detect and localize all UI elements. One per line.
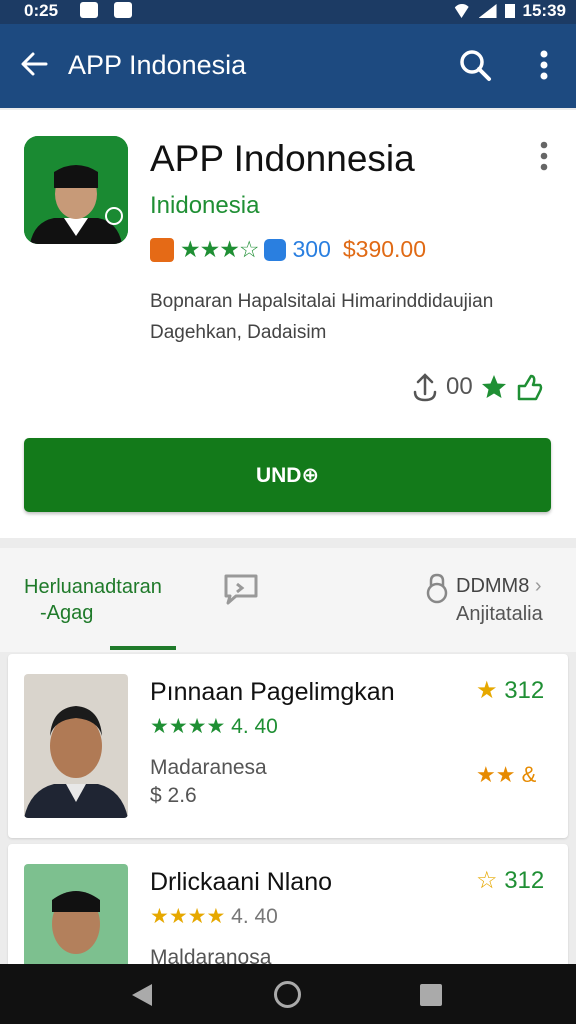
section-tabs: Herluanadtaran -Agag DDMM8 › Anjitatalia xyxy=(0,548,576,652)
app-stats: 00 xyxy=(412,372,543,402)
status-clock: 15:39 xyxy=(522,1,566,20)
avatar xyxy=(24,864,128,974)
nav-recents-icon[interactable] xyxy=(420,984,442,1006)
message-icon[interactable] xyxy=(222,572,260,606)
lock-icon xyxy=(426,573,448,604)
more-vert-icon[interactable] xyxy=(530,140,558,172)
item-score: ☆ 312 xyxy=(476,866,544,895)
rating-stars: ★★★☆ xyxy=(180,236,259,262)
list-item[interactable]: Pınnaan Pagelimgkan ★★★★ 4. 40 Madaranes… xyxy=(8,654,568,838)
score-value: 312 xyxy=(504,867,545,894)
mini-stars: ★★ xyxy=(476,762,516,787)
status-bar: 0:25 15:39 xyxy=(0,0,576,24)
wifi-icon xyxy=(452,4,471,18)
score-value: 312 xyxy=(504,677,545,704)
description-line: Dagehkan, Dadaisim xyxy=(150,322,327,343)
star-icon[interactable] xyxy=(481,374,507,400)
signal-icon xyxy=(478,4,497,18)
search-icon[interactable] xyxy=(458,48,492,82)
item-rating: ★★★★ 4. 40 xyxy=(150,714,278,739)
list-item[interactable]: Drlickaani Nlano ★★★★ 4. 40 Maldaranosa … xyxy=(8,844,568,974)
mini-symbol: & xyxy=(521,762,537,787)
tab-details[interactable]: Herluanadtaran -Agag xyxy=(24,574,162,626)
thumbs-up-icon[interactable] xyxy=(515,373,543,401)
rating-value: 4. 40 xyxy=(231,905,278,928)
install-button[interactable]: UND⊕ xyxy=(24,438,551,512)
notification-icon xyxy=(114,2,132,18)
share-icon[interactable] xyxy=(412,372,438,402)
developer-name[interactable]: Inidonesia xyxy=(150,192,259,220)
tab-label: Anjitatalia xyxy=(456,603,543,625)
app-meta-line: ★★★☆ 300 $390.00 xyxy=(150,236,426,263)
notification-icon xyxy=(80,2,98,18)
item-title: Pınnaan Pagelimgkan xyxy=(150,678,395,706)
toolbar-title: APP Indonesia xyxy=(68,50,247,80)
item-price: $ 2.6 xyxy=(150,784,197,807)
rating-stars: ★★★★ xyxy=(150,905,226,928)
app-description: Bopnaran Hapalsitalai Himarinddidaujian … xyxy=(150,286,550,348)
rating-stars: ★★★★ xyxy=(150,715,226,738)
star-icon: ★ xyxy=(476,677,498,704)
battery-icon xyxy=(504,4,515,18)
description-line: Bopnaran Hapalsitalai Himarinddidaujian xyxy=(150,291,494,312)
app-detail-card: APP Indonnesia Inidonesia ★★★☆ 300 $390.… xyxy=(0,110,576,538)
avatar xyxy=(24,674,128,818)
tab-indicator xyxy=(110,646,176,650)
app-toolbar: APP Indonesia xyxy=(0,24,576,108)
nav-back-icon[interactable] xyxy=(132,984,152,1006)
status-time: 0:25 xyxy=(24,1,59,20)
more-vert-icon[interactable] xyxy=(530,50,558,80)
app-icon xyxy=(24,136,128,244)
app-price: $390.00 xyxy=(342,236,426,262)
system-nav-bar xyxy=(0,964,576,1024)
verified-icon xyxy=(264,238,287,261)
tab-label: -Agag xyxy=(40,602,94,624)
tab-more[interactable]: DDMM8 › Anjitatalia xyxy=(424,572,543,628)
category-badge-icon xyxy=(150,237,174,262)
arrow-left-icon[interactable] xyxy=(18,48,50,80)
app-name: APP Indonnesia xyxy=(150,138,415,179)
item-title: Drlickaani Nlano xyxy=(150,868,333,896)
star-outline-icon: ☆ xyxy=(476,867,498,894)
item-subtitle: Madaranesa xyxy=(150,756,267,779)
item-rating: ★★★★ 4. 40 xyxy=(150,904,278,929)
item-score: ★ 312 xyxy=(476,676,544,705)
tab-label: DDMM8 xyxy=(456,575,530,597)
review-count: 300 xyxy=(292,236,331,262)
tab-label: Herluanadtaran xyxy=(24,576,162,598)
nav-home-icon[interactable] xyxy=(274,981,301,1008)
chevron-right-icon: › xyxy=(534,575,542,597)
stat-value: 00 xyxy=(446,373,473,400)
item-mini-rating: ★★ & xyxy=(476,762,536,788)
rating-value: 4. 40 xyxy=(231,715,278,738)
